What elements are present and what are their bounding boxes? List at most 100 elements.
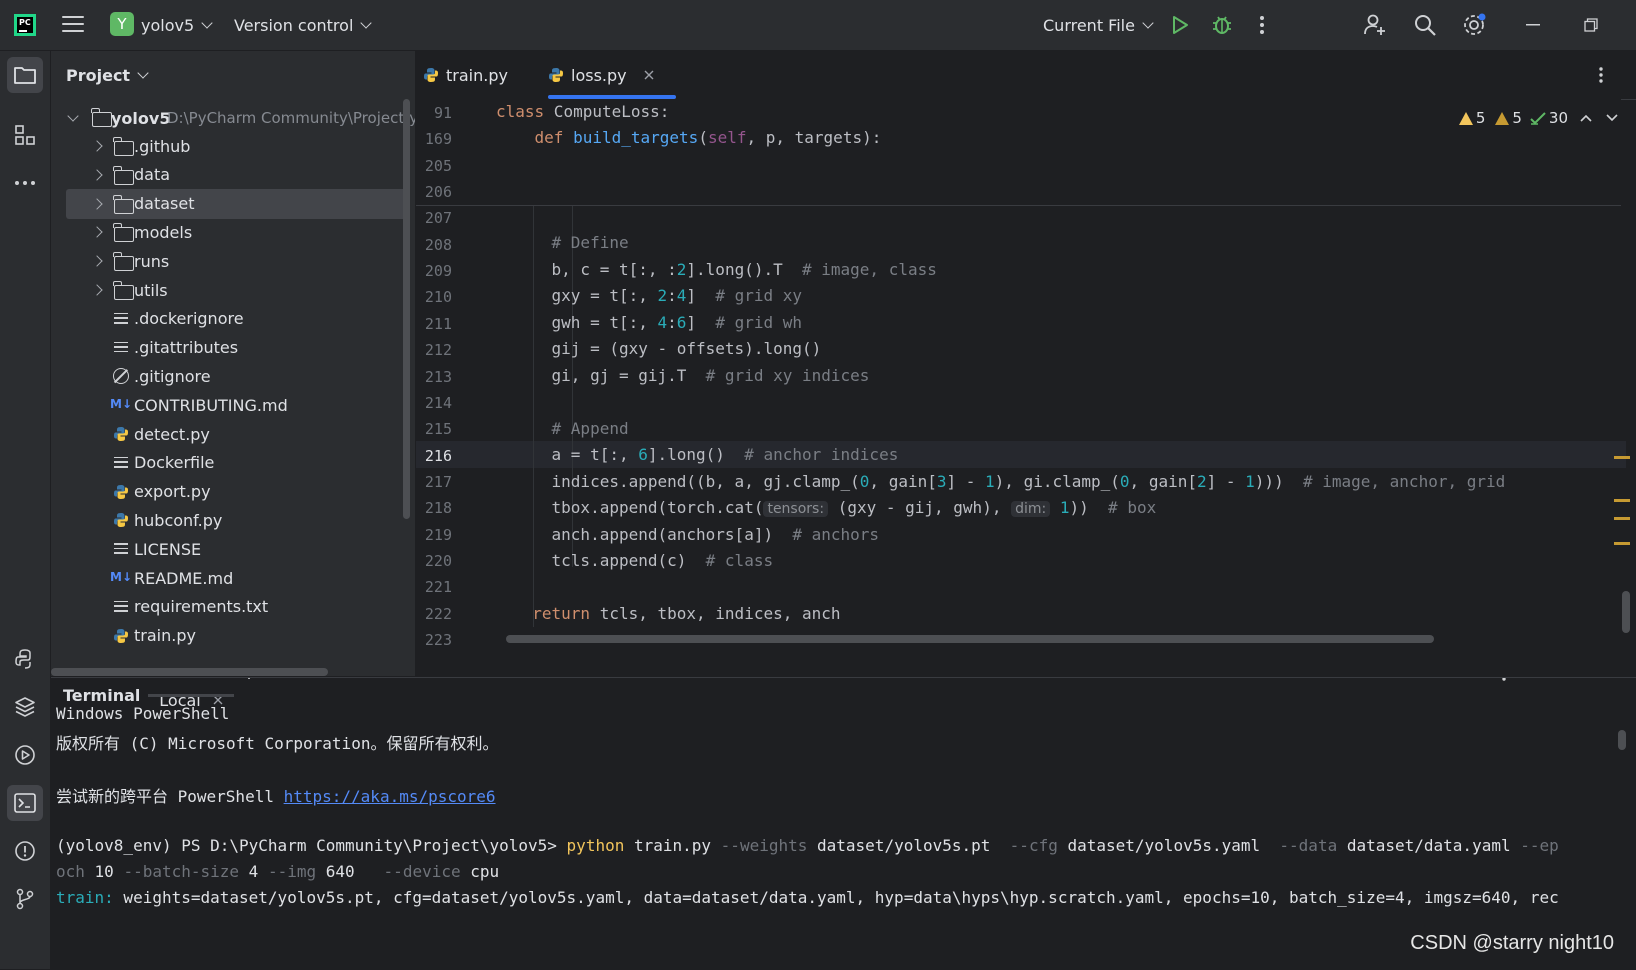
tree-item-detect-py[interactable]: detect.py [51, 419, 406, 449]
project-view-selector[interactable]: Project [66, 66, 149, 85]
more-tools-icon[interactable] [7, 165, 43, 201]
code-line-213[interactable]: gi, gj = gij.T # grid xy indices [513, 366, 870, 385]
tree-item-train-py[interactable]: train.py [51, 621, 406, 651]
project-avatar[interactable]: Y [110, 12, 134, 36]
run-icon[interactable] [1168, 0, 1192, 50]
code-line-216[interactable]: a = t[:, 6].long() # anchor indices [513, 445, 899, 464]
terminal-scrollbar[interactable] [1618, 730, 1626, 750]
code-line-211[interactable]: gwh = t[:, 4:6] # grid wh [513, 313, 803, 332]
line-number[interactable]: 169 [416, 130, 452, 148]
project-folder-icon[interactable] [7, 57, 43, 93]
chevron-right-icon[interactable] [91, 284, 103, 296]
tab-train-py[interactable]: train.py [423, 51, 508, 99]
line-number[interactable]: 216 [416, 447, 452, 465]
line-number[interactable]: 206 [416, 183, 452, 201]
sticky-def-line[interactable]: def build_targets(self, p, targets): [496, 128, 882, 147]
code-line-222[interactable]: return tcls, tbox, indices, anch [513, 604, 840, 623]
tree-item-requirements-txt[interactable]: requirements.txt [51, 592, 406, 622]
tree-item-export-py[interactable]: export.py [51, 477, 406, 507]
restore-icon[interactable] [1580, 0, 1602, 50]
tree-item-hubconf-py[interactable]: hubconf.py [51, 505, 406, 535]
editor-options-icon[interactable] [1598, 51, 1604, 99]
code-line-215[interactable]: # Append [513, 419, 629, 438]
line-number[interactable]: 213 [416, 368, 452, 386]
line-number[interactable]: 214 [416, 394, 452, 412]
code-line-210[interactable]: gxy = t[:, 2:4] # grid xy [513, 286, 803, 305]
error-stripe-marker[interactable] [1614, 456, 1630, 459]
code-line-220[interactable]: tcls.append(c) # class [513, 551, 774, 570]
python-packages-icon[interactable] [7, 689, 43, 725]
pycharm-logo-icon[interactable]: PC [14, 14, 36, 36]
services-icon[interactable] [7, 737, 43, 773]
editor-horizontal-scrollbar[interactable] [506, 635, 1434, 643]
chevron-right-icon[interactable] [91, 140, 103, 152]
project-switcher[interactable]: yolov5 [141, 0, 213, 50]
code-line-217[interactable]: indices.append((b, a, gj.clamp_(0, gain[… [513, 472, 1506, 491]
vcs-menu[interactable]: Version control [234, 0, 373, 50]
line-number[interactable]: 223 [416, 631, 452, 649]
line-number[interactable]: 205 [416, 157, 452, 175]
tree-item-dockerignore[interactable]: .dockerignore [51, 304, 406, 334]
tree-item-runs[interactable]: runs [51, 246, 406, 276]
tab-loss-py[interactable]: loss.py [548, 51, 655, 99]
terminal-icon[interactable] [7, 785, 43, 821]
tree-item-readme-md[interactable]: M↓ README.md [51, 563, 406, 593]
tree-item-utils[interactable]: utils [51, 275, 406, 305]
code-line-219[interactable]: anch.append(anchors[a]) # anchors [513, 525, 880, 544]
line-number[interactable]: 212 [416, 341, 452, 359]
more-actions-icon[interactable] [1254, 0, 1270, 50]
line-number[interactable]: 218 [416, 499, 452, 517]
run-config-selector[interactable]: Current File [1043, 0, 1154, 50]
search-icon[interactable] [1412, 0, 1438, 50]
tree-item-gitattributes[interactable]: .gitattributes [51, 333, 406, 363]
chevron-right-icon[interactable] [91, 226, 103, 239]
chevron-right-icon[interactable] [91, 169, 103, 181]
problems-icon[interactable] [7, 833, 43, 869]
sticky-class-line[interactable]: class ComputeLoss: [496, 102, 669, 121]
settings-gear-icon[interactable] [1460, 0, 1488, 50]
code-line-208[interactable]: # Define [513, 233, 629, 252]
main-menu-icon[interactable] [62, 16, 84, 34]
project-vertical-scrollbar[interactable] [403, 99, 410, 519]
python-console-icon[interactable] [7, 641, 43, 677]
structure-icon[interactable] [7, 117, 43, 153]
line-number[interactable]: 219 [416, 526, 452, 544]
chevron-down-icon[interactable] [67, 110, 79, 122]
terminal-options-icon[interactable] [1501, 677, 1507, 682]
tree-item-models[interactable]: models [51, 217, 406, 247]
line-number[interactable]: 215 [416, 420, 452, 438]
tree-item-dockerfile[interactable]: Dockerfile [51, 448, 406, 478]
error-stripe-marker[interactable] [1614, 499, 1630, 502]
line-number[interactable]: 211 [416, 315, 452, 333]
line-number[interactable]: 208 [416, 236, 452, 254]
line-number[interactable]: 207 [416, 209, 452, 227]
chevron-up-icon[interactable] [1580, 114, 1592, 122]
error-stripe-marker[interactable] [1614, 517, 1630, 520]
git-branch-icon[interactable] [7, 881, 43, 917]
add-user-icon[interactable] [1362, 0, 1388, 50]
new-tab-plus-icon[interactable] [241, 677, 257, 680]
pscore-link[interactable]: https://aka.ms/pscore6 [284, 787, 496, 806]
code-line-218[interactable]: tbox.append(torch.cat(tensors: (gxy - gi… [513, 498, 1156, 517]
error-stripe-marker[interactable] [1614, 542, 1630, 545]
tree-item-license[interactable]: LICENSE [51, 534, 406, 564]
tree-item-gitignore[interactable]: .gitignore [51, 361, 406, 391]
debug-icon[interactable] [1210, 0, 1234, 50]
close-tab-icon[interactable] [643, 69, 655, 81]
line-number[interactable]: 220 [416, 552, 452, 570]
tree-item-contributing-md[interactable]: M↓ CONTRIBUTING.md [51, 390, 406, 420]
tree-item-github[interactable]: .github [51, 131, 406, 161]
tree-item-data[interactable]: data [51, 160, 406, 190]
minimize-icon[interactable] [1522, 0, 1544, 50]
code-line-209[interactable]: b, c = t[:, :2].long().T # image, class [513, 260, 937, 279]
chevron-right-icon[interactable] [91, 197, 103, 210]
line-number[interactable]: 210 [416, 288, 452, 306]
line-number[interactable]: 91 [416, 104, 452, 122]
inspection-widget[interactable]: 5 5 30 [1458, 109, 1618, 127]
tree-item-dataset[interactable]: dataset [66, 188, 406, 219]
line-number[interactable]: 209 [416, 262, 452, 280]
chevron-right-icon[interactable] [91, 255, 103, 267]
project-horizontal-scrollbar[interactable] [51, 668, 328, 676]
line-number[interactable]: 217 [416, 473, 452, 491]
chevron-down-icon[interactable] [1606, 114, 1618, 122]
